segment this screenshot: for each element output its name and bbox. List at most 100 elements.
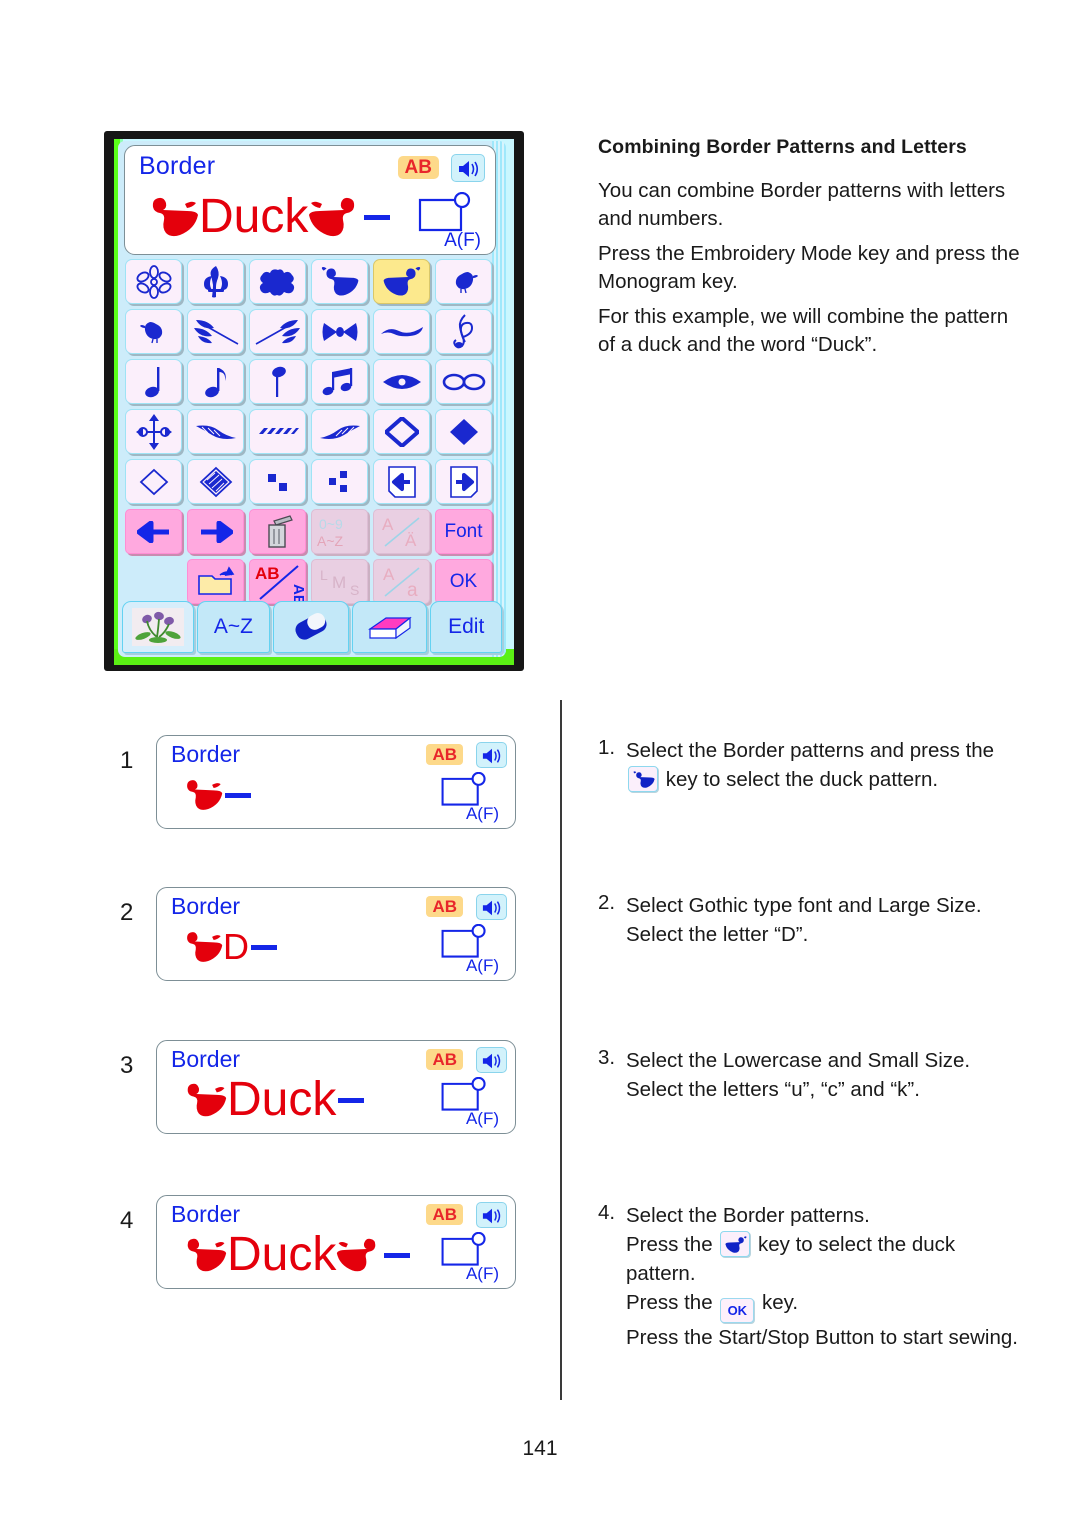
feather-left-icon[interactable] [187,409,244,454]
diamond-filled-icon[interactable] [435,409,492,454]
text-cursor [251,944,277,950]
step-screen-content: Duck [181,1226,411,1284]
ribbon-wave-icon[interactable] [373,309,430,354]
tab-edit[interactable]: Edit [430,601,502,653]
book-icon [367,616,412,640]
hoop-icon [418,192,471,232]
eighth-note-icon[interactable] [187,359,244,404]
delete-button[interactable] [249,509,306,554]
dashes-row-icon[interactable] [249,409,306,454]
step-screen-title: Border [171,1046,241,1072]
two-squares-icon[interactable] [249,459,306,504]
font-button[interactable]: Font [435,509,492,554]
step-screen-panel: Border AB A(F) [156,887,516,981]
chick-left-icon[interactable] [125,309,182,354]
text-cursor [338,1097,365,1103]
svg-text:A: A [382,515,394,534]
diamond-hatched-icon[interactable] [187,459,244,504]
step-screen-content: D [181,918,277,976]
bow-icon[interactable] [311,309,368,354]
pattern-key-row [123,309,501,354]
eyelet-icon[interactable] [373,359,430,404]
page-title: Combining Border Patterns and Letters [598,136,967,158]
cursor-right-button[interactable] [187,509,244,554]
speaker-icon[interactable] [476,894,507,920]
flower-daisy-outline-icon[interactable] [125,259,182,304]
hoop-icon [441,924,486,958]
tab-embroidery-designs[interactable] [122,601,194,653]
speaker-icon[interactable] [476,742,507,768]
text-cursor [384,1252,411,1258]
tab-edit-label: Edit [448,615,485,638]
treble-clef-icon[interactable] [435,309,492,354]
step-text-line1: Select the Border patterns and press the [626,739,995,762]
infinity-loops-icon[interactable] [435,359,492,404]
tab-book[interactable] [351,601,428,653]
tab-eraser[interactable] [273,601,349,653]
status-badge-ab: AB [426,1204,463,1225]
step-text-line2a: Press the [626,1233,713,1256]
three-squares-icon[interactable] [311,459,368,504]
duck-right-icon[interactable] [720,1231,751,1257]
clover-leaf-icon[interactable] [249,259,306,304]
fleur-de-lis-icon[interactable] [187,259,244,304]
ok-key-chip[interactable]: OK [720,1298,755,1323]
step-screen-number: 4 [120,1207,134,1234]
four-direction-arrows-icon[interactable] [125,409,182,454]
step-text-line1: Select the Border patterns. [626,1204,870,1227]
intro-text-column: Combining Border Patterns and Letters Yo… [598,136,1028,366]
svg-text:L: L [320,567,328,583]
hoop-icon [441,1232,486,1266]
wheat-sprig-right-icon[interactable] [249,309,306,354]
chick-right-icon[interactable] [435,259,492,304]
step-text-line1: Select Gothic type font and Large Size. [626,894,982,917]
cursor-left-button[interactable] [125,509,182,554]
speaker-icon[interactable] [476,1202,507,1228]
diamond-thin-outline-icon[interactable] [125,459,182,504]
hoop-label: A(F) [465,1264,499,1283]
step-screen-content: Duck [181,1071,365,1129]
svg-text:S: S [350,582,359,598]
ok-button-label: OK [449,570,478,592]
svg-text:AB: AB [255,564,280,583]
step-text-line4a: Press the [626,1291,713,1314]
numbers-letters-toggle-button[interactable]: 0~9 A~Z [311,509,368,554]
intro-paragraph-3: For this example, we will combine the pa… [598,305,1009,356]
lcd-tab-bar: A~Z Edit [122,597,502,653]
step-number: 4. [598,1201,616,1224]
text-cursor [364,214,391,220]
duck-right-icon [337,1238,376,1272]
manual-page: Border AB A(F) Duck 0~9 A~Z A Ä Font AB … [0,0,1080,1528]
half-note-icon[interactable] [249,359,306,404]
beamed-notes-icon[interactable] [311,359,368,404]
intro-paragraph-2: Press the Embroidery Mode key and press … [598,242,1020,293]
eraser-icon [295,613,327,640]
duck-right-icon[interactable] [373,259,430,304]
status-badge-ab: AB [397,156,439,179]
step-instruction-1: 1. Select the Border patterns and press … [598,736,1038,794]
wheat-sprig-left-icon[interactable] [187,309,244,354]
page-left-icon[interactable] [373,459,430,504]
pattern-key-grid: 0~9 A~Z A Ä Font AB A L M S A a OK [123,259,501,609]
duck-left-icon[interactable] [628,766,658,792]
duck-left-icon [187,932,223,962]
accent-toggle-button[interactable]: A Ä [373,509,430,554]
tab-monogram[interactable]: A~Z [196,601,271,653]
step-screen-title: Border [171,1201,241,1227]
lcd-screen: Border AB A(F) Duck 0~9 A~Z A Ä Font AB … [118,141,506,657]
page-right-icon[interactable] [435,459,492,504]
duck-left-icon [152,197,198,237]
hoop-label: A(F) [465,804,499,823]
feather-right-icon[interactable] [311,409,368,454]
arrow-left-icon [136,520,169,543]
font-button-label: Font [444,520,483,542]
pattern-preview-bar: Border AB A(F) Duck [124,145,496,255]
duck-left-icon[interactable] [311,259,368,304]
quarter-note-icon[interactable] [125,359,182,404]
speaker-icon[interactable] [476,1047,507,1073]
pattern-key-row [123,359,501,404]
step-number: 3. [598,1046,616,1069]
speaker-icon[interactable] [451,154,485,182]
diamond-outline-thick-icon[interactable] [373,409,430,454]
step-screen-panel: Border AB A(F) [156,735,516,829]
